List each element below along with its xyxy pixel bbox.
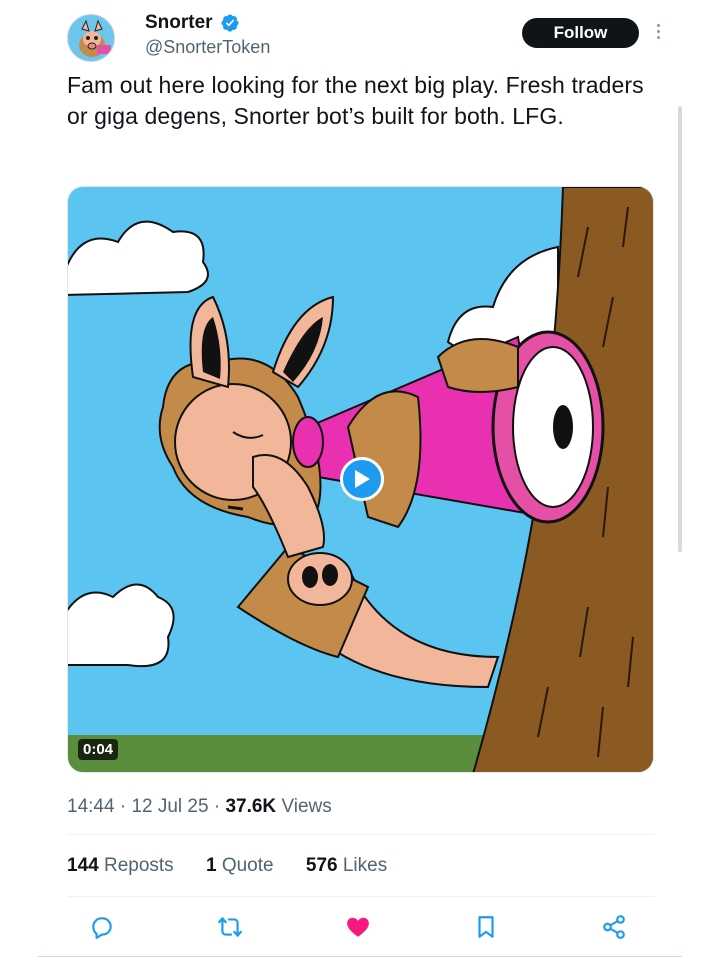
reposts-count: 144 (67, 855, 99, 876)
quotes-label: Quote (221, 855, 274, 876)
tweet-meta: 14:44 · 12 Jul 25 · 37.6K Views (67, 796, 332, 817)
likes-label: Likes (342, 855, 388, 876)
quotes-count: 1 (205, 855, 217, 876)
avatar[interactable] (67, 14, 115, 62)
share-icon (603, 915, 625, 939)
likes-stat[interactable]: 576 Likes (306, 855, 387, 876)
share-button[interactable] (599, 912, 629, 942)
divider (67, 834, 654, 835)
follow-button[interactable]: Follow (522, 18, 639, 48)
play-icon (355, 470, 370, 488)
reposts-stat[interactable]: 144 Reposts (67, 855, 174, 876)
tweet-text: Fam out here looking for the next big pl… (67, 72, 644, 129)
author-display-name[interactable]: Snorter (145, 12, 213, 34)
like-button[interactable] (343, 912, 373, 942)
engagement-stats: 144 Reposts 1 Quote 576 Likes (67, 855, 414, 877)
more-options-icon[interactable] (650, 22, 666, 44)
bookmark-icon (478, 916, 494, 938)
tweet-date[interactable]: 12 Jul 25 (131, 796, 208, 817)
video-duration: 0:04 (78, 739, 119, 760)
like-icon (347, 917, 369, 937)
action-bar (67, 908, 654, 948)
snorter-avatar-icon (68, 15, 114, 61)
play-button[interactable] (340, 457, 384, 501)
tweet-time[interactable]: 14:44 (67, 796, 115, 817)
reposts-label: Reposts (103, 855, 174, 876)
scrollbar[interactable] (678, 106, 682, 552)
video-player[interactable]: 0:04 (67, 186, 654, 773)
bookmark-button[interactable] (471, 912, 501, 942)
verified-badge-icon (221, 14, 239, 32)
quotes-stat[interactable]: 1 Quote (206, 855, 274, 876)
author-handle[interactable]: @SnorterToken (145, 37, 270, 58)
reply-icon (92, 917, 112, 939)
repost-button[interactable] (215, 912, 245, 942)
views-count: 37.6K (225, 796, 277, 817)
likes-count: 576 (305, 855, 338, 876)
divider (67, 896, 654, 897)
views-label: Views (281, 796, 332, 817)
divider (38, 956, 682, 957)
repost-icon (218, 917, 242, 937)
reply-button[interactable] (87, 912, 117, 942)
